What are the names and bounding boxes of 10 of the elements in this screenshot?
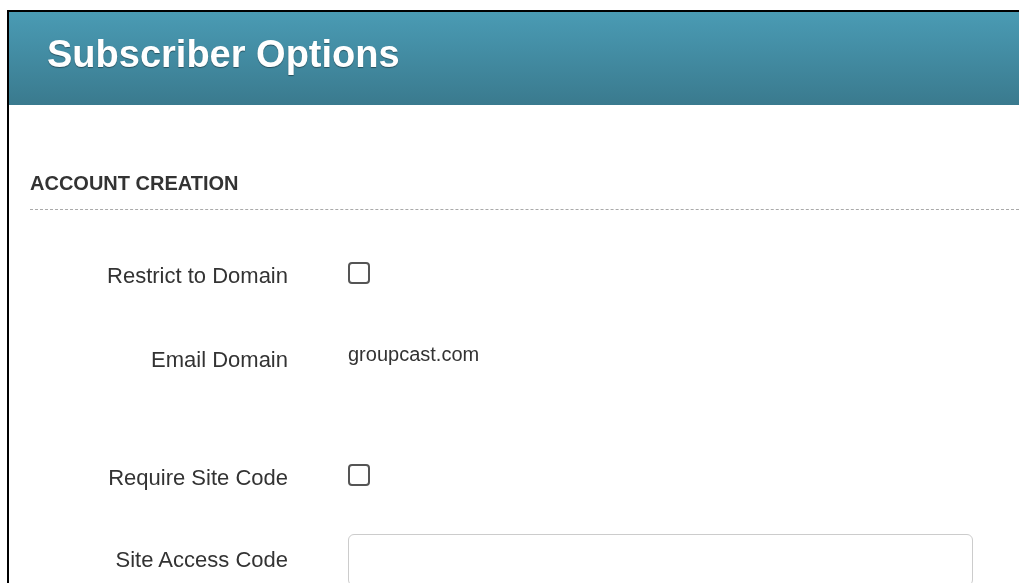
checkbox[interactable] [348, 262, 370, 284]
page-title: Subscriber Options [47, 33, 400, 76]
checkbox[interactable] [348, 464, 370, 486]
field-label: Restrict to Domain [106, 263, 288, 289]
field-label: Require Site Code [107, 465, 288, 491]
section-heading: ACCOUNT CREATION [30, 171, 240, 196]
field-value: groupcast.com [348, 343, 480, 366]
input-field[interactable] [348, 534, 973, 583]
field-label: Site Access Code [114, 547, 288, 573]
field-label: Email Domain [150, 347, 288, 373]
